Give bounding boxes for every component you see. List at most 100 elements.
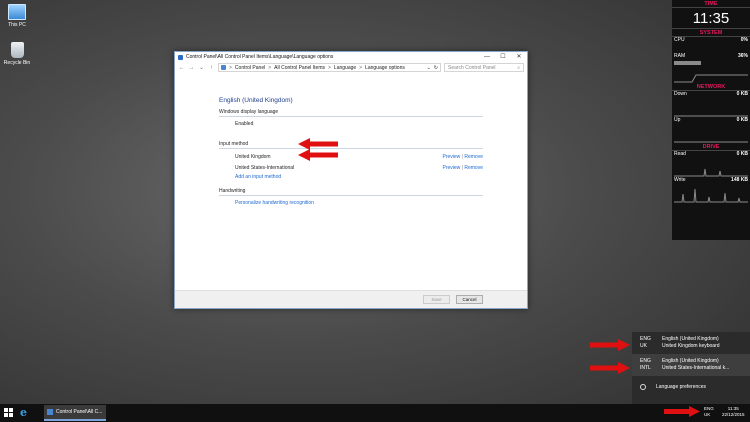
up-graph bbox=[674, 125, 748, 143]
input-method-section-title: Input method bbox=[219, 141, 483, 149]
read-value: 0 KB bbox=[736, 151, 748, 157]
input-method-row: United Kingdom Preview | Remove bbox=[219, 154, 483, 160]
breadcrumb-control-panel[interactable]: Control Panel bbox=[235, 65, 265, 71]
language-code: ENG bbox=[640, 358, 651, 364]
language-option-uk[interactable]: ENG UK English (United Kingdom) United K… bbox=[632, 332, 750, 354]
forward-arrow-icon[interactable]: → bbox=[188, 65, 195, 71]
maximize-button[interactable]: ☐ bbox=[495, 52, 511, 62]
cpu-value: 0% bbox=[740, 37, 748, 43]
input-method-name: United States-International bbox=[235, 165, 295, 171]
window-titlebar[interactable]: Control Panel\All Control Panel Items\La… bbox=[175, 52, 527, 62]
address-bar[interactable]: > Control Panel > All Control Panel Item… bbox=[218, 63, 441, 72]
gear-icon bbox=[640, 384, 646, 390]
breadcrumb-language[interactable]: Language bbox=[334, 65, 356, 71]
preview-link[interactable]: Preview bbox=[442, 154, 460, 160]
write-graph bbox=[674, 185, 748, 203]
red-arrow-icon bbox=[664, 406, 700, 417]
address-toolbar: ← → ⌄ ↑ > Control Panel > All Control Pa… bbox=[175, 62, 527, 73]
down-value: 0 KB bbox=[736, 91, 748, 97]
remove-link[interactable]: Remove bbox=[464, 165, 483, 171]
breadcrumb-language-options[interactable]: Language options bbox=[365, 65, 405, 71]
personalize-handwriting-link[interactable]: Personalize handwriting recognition bbox=[235, 200, 314, 206]
red-arrow-icon bbox=[590, 362, 630, 374]
input-language-indicator[interactable]: ENG UK bbox=[704, 406, 714, 418]
cancel-button[interactable]: Cancel bbox=[456, 295, 483, 304]
breadcrumb-separator: > bbox=[229, 64, 232, 71]
up-row: Up 0 KB bbox=[672, 117, 750, 125]
add-input-method-link[interactable]: Add an input method bbox=[235, 174, 281, 180]
breadcrumb-separator: > bbox=[328, 64, 331, 71]
tray-language-sub: UK bbox=[704, 412, 711, 417]
page-title: English (United Kingdom) bbox=[219, 97, 293, 104]
write-row: Write 148 KB bbox=[672, 177, 750, 185]
language-code: ENG bbox=[640, 336, 651, 342]
main-content: English (United Kingdom) Windows display… bbox=[175, 73, 527, 285]
write-value: 148 KB bbox=[731, 177, 748, 183]
language-name: English (United Kingdom) bbox=[662, 358, 719, 364]
language-preferences-item[interactable]: Language preferences bbox=[632, 376, 750, 398]
breadcrumb-separator: > bbox=[268, 64, 272, 71]
ram-meter-fill bbox=[674, 61, 701, 65]
add-input-method-row: Add an input method bbox=[219, 174, 483, 180]
ram-graph bbox=[674, 69, 748, 83]
time-header: TIME bbox=[672, 0, 750, 8]
desktop-icon-this-pc[interactable]: This PC bbox=[0, 4, 34, 28]
remove-link[interactable]: Remove bbox=[464, 154, 483, 160]
preview-link[interactable]: Preview bbox=[442, 165, 460, 171]
display-language-status: Enabled bbox=[219, 121, 483, 127]
down-graph bbox=[674, 99, 748, 117]
close-button[interactable]: ✕ bbox=[511, 52, 527, 62]
language-name: English (United Kingdom) bbox=[662, 336, 719, 342]
language-options-window: Control Panel\All Control Panel Items\La… bbox=[174, 51, 528, 309]
language-option-intl[interactable]: ENG INTL English (United Kingdom) United… bbox=[632, 354, 750, 376]
network-header: NETWORK bbox=[672, 83, 750, 91]
language-preferences-label: Language preferences bbox=[656, 384, 707, 390]
desktop-icon-label: Recycle Bin bbox=[3, 60, 31, 66]
write-label: Write bbox=[674, 177, 686, 183]
system-header: SYSTEM bbox=[672, 29, 750, 37]
refresh-icon[interactable]: ↻ bbox=[434, 65, 438, 71]
ram-value: 36% bbox=[737, 53, 748, 59]
address-dropdown-icon[interactable]: ⌄ bbox=[427, 65, 431, 71]
tray-date: 22/12/2015 bbox=[722, 412, 745, 417]
control-panel-icon bbox=[47, 409, 53, 415]
read-label: Read bbox=[674, 151, 686, 157]
language-code-sub: INTL bbox=[640, 365, 651, 371]
down-row: Down 0 KB bbox=[672, 91, 750, 99]
cpu-meter bbox=[674, 45, 748, 49]
drive-header: DRIVE bbox=[672, 143, 750, 151]
language-flyout: ENG UK English (United Kingdom) United K… bbox=[632, 332, 750, 405]
breadcrumb-separator: > bbox=[359, 64, 363, 71]
recent-dropdown-icon[interactable]: ⌄ bbox=[198, 64, 205, 71]
taskbar-item-label: Control Panel\All C... bbox=[56, 409, 103, 415]
window-title: Control Panel\All Control Panel Items\La… bbox=[186, 54, 334, 60]
input-method-row: United States-International Preview | Re… bbox=[219, 165, 483, 171]
cpu-row: CPU 0% bbox=[672, 37, 750, 45]
red-arrow-icon bbox=[590, 339, 630, 351]
internet-explorer-icon[interactable]: e bbox=[20, 407, 31, 418]
ram-label: RAM bbox=[674, 53, 686, 59]
read-row: Read 0 KB bbox=[672, 151, 750, 159]
search-placeholder: Search Control Panel bbox=[448, 64, 496, 71]
desktop-icon-recycle-bin[interactable]: Recycle Bin bbox=[0, 42, 34, 66]
save-button[interactable]: Save bbox=[423, 295, 450, 304]
language-code-sub: UK bbox=[640, 343, 647, 349]
up-arrow-icon[interactable]: ↑ bbox=[208, 65, 215, 71]
minimize-button[interactable]: — bbox=[479, 52, 495, 62]
gadget-clock: 11:35 bbox=[672, 8, 750, 29]
window-footer: Save Cancel bbox=[175, 290, 527, 308]
display-language-value: Enabled bbox=[235, 121, 254, 127]
up-value: 0 KB bbox=[736, 117, 748, 123]
taskbar-item-control-panel[interactable]: Control Panel\All C... bbox=[44, 405, 106, 421]
tray-clock[interactable]: 11:35 22/12/2015 bbox=[722, 406, 745, 418]
back-arrow-icon[interactable]: ← bbox=[178, 65, 185, 71]
cpu-label: CPU bbox=[674, 37, 685, 43]
search-input[interactable]: Search Control Panel ⌕ bbox=[444, 63, 524, 72]
read-graph bbox=[674, 159, 748, 177]
windows-start-icon[interactable] bbox=[4, 408, 13, 417]
up-label: Up bbox=[674, 117, 681, 123]
breadcrumb-all-items[interactable]: All Control Panel Items bbox=[274, 65, 325, 71]
system-monitor-gadget: TIME 11:35 SYSTEM CPU 0% RAM 36% NETWORK… bbox=[672, 0, 750, 240]
computer-icon bbox=[8, 4, 26, 20]
keyboard-name: United States-International k... bbox=[662, 365, 730, 371]
